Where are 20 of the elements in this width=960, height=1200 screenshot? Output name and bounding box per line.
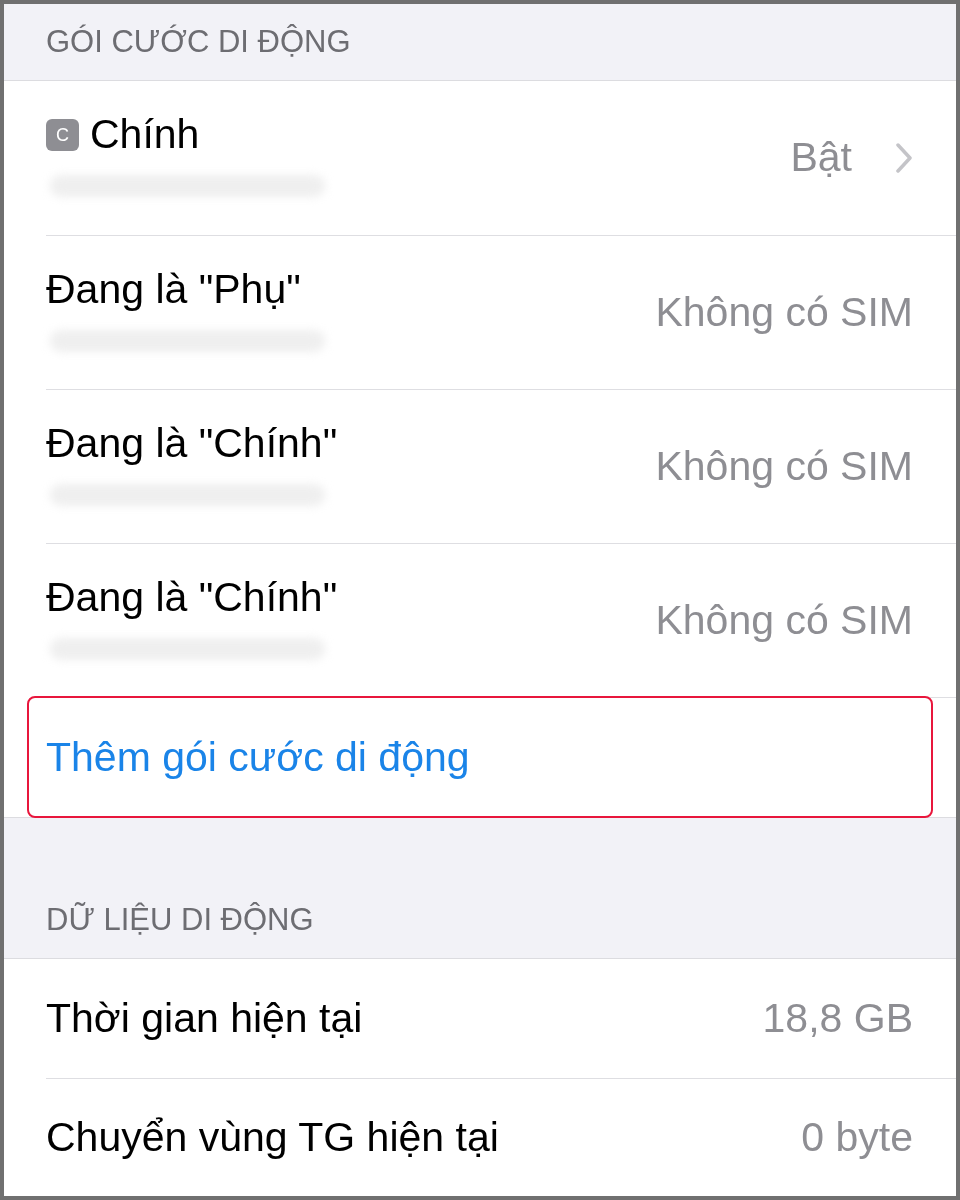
- usage-value: 18,8 GB: [762, 994, 913, 1043]
- section-header: DỮ LIỆU DI ĐỘNG: [46, 902, 314, 938]
- plan-title: Chính: [90, 111, 200, 159]
- plan-status: Không có SIM: [655, 442, 913, 491]
- usage-value: 0 byte: [801, 1114, 913, 1162]
- plan-row[interactable]: Đang là "Chính" Không có SIM: [4, 389, 956, 543]
- plan-status: Bật: [790, 134, 852, 182]
- section-header: GÓI CƯỚC DI ĐỘNG: [46, 24, 351, 60]
- plan-title: Đang là "Phụ": [46, 266, 301, 314]
- sim-badge: C: [46, 118, 79, 151]
- plan-title: Đang là "Chính": [46, 420, 338, 468]
- plan-row[interactable]: Đang là "Chính" Không có SIM: [4, 543, 956, 697]
- plan-status: Không có SIM: [655, 288, 913, 337]
- usage-label: Thời gian hiện tại: [46, 994, 363, 1043]
- plan-row[interactable]: Đang là "Phụ" Không có SIM: [4, 235, 956, 389]
- plan-status: Không có SIM: [655, 596, 913, 645]
- add-plan-button[interactable]: Thêm gói cước di động: [46, 733, 470, 782]
- plan-title: Đang là "Chính": [46, 574, 338, 622]
- plan-row[interactable]: C Chính Bật: [4, 81, 956, 235]
- usage-label: Chuyển vùng TG hiện tại: [46, 1114, 499, 1162]
